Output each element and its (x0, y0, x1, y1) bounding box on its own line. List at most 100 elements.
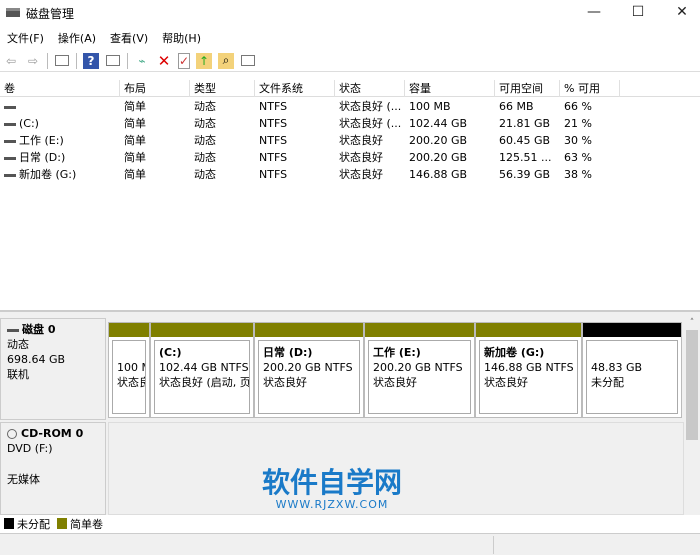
partition-size: 100 MB (117, 361, 145, 374)
volume-icon (4, 139, 16, 143)
forward-icon[interactable]: ⇨ (25, 53, 41, 69)
partition[interactable]: 48.83 GB 未分配 (582, 322, 682, 418)
minimize-button[interactable]: — (584, 4, 604, 22)
partition[interactable]: 100 MB 状态良好 (108, 322, 150, 418)
disk-size: 698.64 GB (7, 353, 66, 366)
vertical-scrollbar[interactable]: ˄ (684, 318, 700, 515)
cdrom-label[interactable]: CD-ROM 0 DVD (F:) 无媒体 (0, 422, 106, 515)
partition-bar (109, 323, 149, 337)
partition-title: 日常 (D:) (263, 346, 313, 359)
search-icon[interactable]: ⌕ (218, 52, 234, 69)
cell: 21.81 GB (495, 115, 560, 132)
partition[interactable]: 新加卷 (G:) 146.88 GB NTFS 状态良好 (475, 322, 582, 418)
cell-text: 状态良好 (339, 151, 383, 164)
cell-text: 动态 (194, 168, 216, 181)
check-icon[interactable]: ✓ (178, 52, 190, 69)
cell: 动态 (190, 132, 255, 149)
cell: 状态良好 (... (335, 115, 405, 132)
volume-icon (4, 105, 16, 109)
cell: 动态 (190, 98, 255, 115)
maximize-button[interactable]: ☐ (628, 4, 648, 22)
cell: 56.39 GB (495, 166, 560, 183)
legend-simple: 简单卷 (70, 517, 103, 531)
partition-body: 工作 (E:) 200.20 GB NTFS 状态良好 (368, 340, 471, 414)
back-icon[interactable]: ⇦ (3, 53, 19, 69)
cell: NTFS (255, 115, 335, 132)
partition[interactable]: 工作 (E:) 200.20 GB NTFS 状态良好 (364, 322, 475, 418)
cdrom-media: 无媒体 (7, 473, 40, 486)
col-status[interactable]: 状态 (335, 80, 405, 97)
partition-status: 状态良好 (263, 376, 307, 389)
col-free-space[interactable]: 可用空间 (495, 80, 560, 97)
partition-title: 工作 (E:) (373, 346, 421, 359)
cell-text: (C:) (19, 117, 39, 130)
cell-text: 100 MB (409, 100, 451, 113)
connect-icon[interactable]: ⌁ (134, 53, 150, 69)
cell-text: 38 % (564, 168, 592, 181)
cell (0, 98, 120, 115)
partition[interactable]: 日常 (D:) 200.20 GB NTFS 状态良好 (254, 322, 364, 418)
cell-text: 简单 (124, 100, 146, 113)
cell: 动态 (190, 115, 255, 132)
help-icon[interactable]: ? (83, 52, 99, 69)
cell-text: 状态良好 (339, 134, 383, 147)
col-percent-free[interactable]: % 可用 (560, 80, 620, 97)
cell: 60.45 GB (495, 132, 560, 149)
cell: 66 % (560, 98, 620, 115)
cell: 102.44 GB (405, 115, 495, 132)
delete-icon[interactable]: ✕ (156, 52, 172, 70)
menu-help[interactable]: 帮助(H) (155, 28, 208, 48)
cell: 146.88 GB (405, 166, 495, 183)
list-icon[interactable] (240, 53, 256, 69)
disk-state: 联机 (7, 368, 29, 381)
menu-action[interactable]: 操作(A) (51, 28, 103, 48)
scrollbar-thumb[interactable] (686, 330, 698, 440)
cdrom-drive: DVD (F:) (7, 442, 53, 455)
col-capacity[interactable]: 容量 (405, 80, 495, 97)
partition-body: 新加卷 (G:) 146.88 GB NTFS 状态良好 (479, 340, 578, 414)
col-filesystem[interactable]: 文件系统 (255, 80, 335, 97)
cell-text: 102.44 GB (409, 117, 468, 130)
cell: 工作 (E:) (0, 132, 120, 149)
table-row[interactable]: 日常 (D:) 简单 动态 NTFS 状态良好 200.20 GB 125.51 ... 63… (0, 149, 700, 166)
partition-size: 200.20 GB NTFS (263, 361, 353, 374)
table-row[interactable]: 简单 动态 NTFS 状态良好 (... 100 MB 66 MB 66 % (0, 98, 700, 115)
menu-view[interactable]: 查看(V) (103, 28, 155, 48)
window-title: 磁盘管理 (26, 6, 75, 21)
menu-bar: 文件(F) 操作(A) 查看(V) 帮助(H) (0, 28, 208, 48)
legend: 未分配 简单卷 (0, 515, 700, 532)
scroll-up-icon[interactable]: ˄ (684, 318, 700, 328)
cell-text: 动态 (194, 100, 216, 113)
cell: 38 % (560, 166, 620, 183)
cell-text: 125.51 ... (499, 151, 552, 164)
partition-status: 未分配 (591, 376, 624, 389)
cell: 简单 (120, 166, 190, 183)
col-layout[interactable]: 布局 (120, 80, 190, 97)
disk0-label[interactable]: 磁盘 0 动态 698.64 GB 联机 (0, 318, 106, 420)
partition-title: 新加卷 (G:) (484, 346, 545, 359)
console-tree-icon[interactable] (54, 53, 70, 69)
col-type[interactable]: 类型 (190, 80, 255, 97)
partition-size: 102.44 GB NTFS (159, 361, 249, 374)
table-row[interactable]: 新加卷 (G:) 简单 动态 NTFS 状态良好 146.88 GB 56.39 GB 38 … (0, 166, 700, 183)
cell: 21 % (560, 115, 620, 132)
partition-title (591, 345, 673, 360)
table-row[interactable]: 工作 (E:) 简单 动态 NTFS 状态良好 200.20 GB 60.45 GB 30 % (0, 132, 700, 149)
partition-body: (C:) 102.44 GB NTFS 状态良好 (启动, 页 (154, 340, 250, 414)
cell-text: NTFS (259, 134, 288, 147)
watermark-url: WWW.RJZXW.COM (275, 498, 389, 511)
watermark: 软件自学网 WWW.RJZXW.COM (262, 468, 402, 512)
menu-file[interactable]: 文件(F) (0, 28, 51, 48)
import-icon[interactable]: ↑ (196, 52, 212, 69)
cell-text: 30 % (564, 134, 592, 147)
col-volume[interactable]: 卷 (0, 80, 120, 97)
legend-swatch-simple (57, 518, 67, 529)
cell-text: 日常 (D:) (19, 151, 66, 164)
cell: 动态 (190, 149, 255, 166)
separator (47, 52, 48, 69)
close-button[interactable]: ✕ (672, 4, 692, 22)
partition[interactable]: (C:) 102.44 GB NTFS 状态良好 (启动, 页 (150, 322, 254, 418)
properties-icon[interactable] (105, 53, 121, 69)
table-row[interactable]: (C:) 简单 动态 NTFS 状态良好 (... 102.44 GB 21.81 GB 21… (0, 115, 700, 132)
cell: 状态良好 (335, 132, 405, 149)
